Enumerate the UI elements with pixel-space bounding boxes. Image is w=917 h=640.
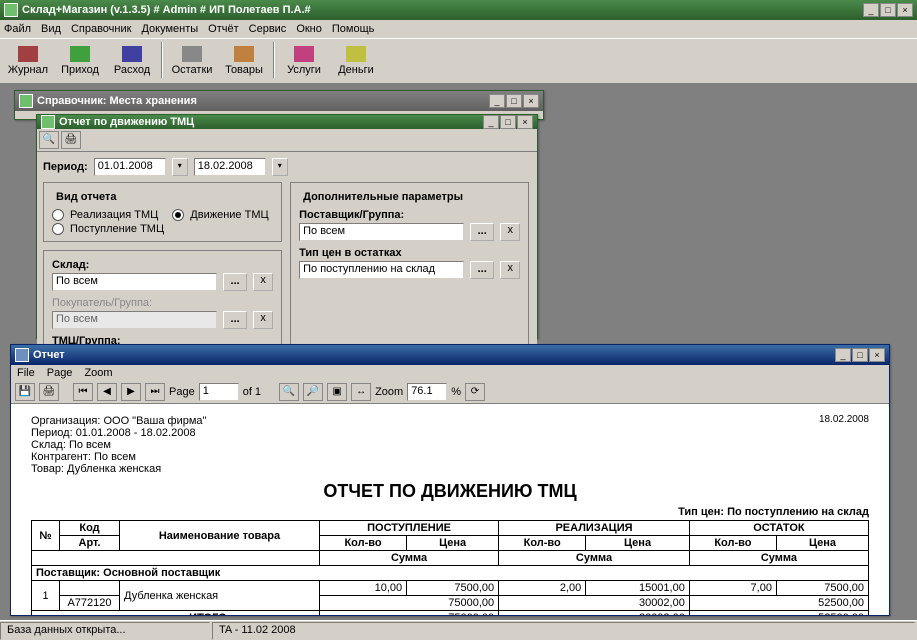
warehouse-browse[interactable]: ... [223, 273, 247, 291]
radio-movement[interactable] [172, 209, 184, 221]
main-window: Склад+Магазин (v.1.3.5) # Admin # ИП Пол… [0, 0, 917, 640]
menu-page[interactable]: Page [47, 367, 73, 379]
minimize-button[interactable]: _ [835, 348, 851, 362]
print-button[interactable]: 🖨 [61, 131, 81, 149]
close-button[interactable]: × [869, 348, 885, 362]
supplier-browse[interactable]: ... [470, 223, 494, 241]
report-window[interactable]: Отчет _ □ × File Page Zoom 💾 🖨 ⏮ ◀ ▶ [10, 344, 890, 616]
main-titlebar: Склад+Магазин (v.1.3.5) # Admin # ИП Пол… [0, 0, 917, 20]
first-page-icon[interactable]: ⏮ [73, 383, 93, 401]
buyer-browse: ... [223, 311, 247, 329]
report-table: № Код Наименование товара ПОСТУПЛЕНИЕ РЕ… [31, 520, 869, 615]
period-label: Период: [43, 161, 88, 173]
supplier-field[interactable]: По всем [299, 223, 464, 241]
status-db: База данных открыта... [0, 622, 210, 640]
menu-ref[interactable]: Справочник [71, 23, 132, 35]
date-from[interactable]: 01.01.2008 [94, 158, 166, 176]
tool-stock[interactable]: Остатки [167, 42, 217, 80]
prev-page-icon[interactable]: ◀ [97, 383, 117, 401]
minimize-button[interactable]: _ [483, 115, 499, 129]
maximize-button[interactable]: □ [506, 94, 522, 108]
minimize-button[interactable]: _ [863, 3, 879, 17]
zoom-out-icon[interactable]: 🔎 [303, 383, 323, 401]
close-button[interactable]: × [523, 94, 539, 108]
maximize-button[interactable]: □ [500, 115, 516, 129]
report-type-group: Вид отчета Реализация ТМЦ Движение ТМЦ П… [43, 182, 282, 242]
radio-income[interactable] [52, 223, 64, 235]
radio-realization[interactable] [52, 209, 64, 221]
maximize-button[interactable]: □ [880, 3, 896, 17]
tool-journal[interactable]: Журнал [3, 42, 53, 80]
menu-service[interactable]: Сервис [249, 23, 287, 35]
menu-report[interactable]: Отчёт [208, 23, 238, 35]
minimize-button[interactable]: _ [489, 94, 505, 108]
buyer-clear: x [253, 311, 273, 329]
supplier-clear[interactable]: x [500, 223, 520, 241]
print-icon[interactable]: 🖨 [39, 383, 59, 401]
status-date: TA - 11.02 2008 [212, 622, 915, 640]
next-page-icon[interactable]: ▶ [121, 383, 141, 401]
statusbar: База данных открыта... TA - 11.02 2008 [0, 620, 917, 640]
refresh-icon[interactable]: ⟳ [465, 383, 485, 401]
filter-window[interactable]: Отчет по движению ТМЦ _ □ × 🔍 🖨 Период: … [36, 114, 538, 339]
menu-file[interactable]: Файл [4, 23, 31, 35]
main-toolbar: Журнал Приход Расход Остатки Товары Услу… [0, 38, 917, 84]
filter-toolbar: 🔍 🖨 [37, 129, 537, 152]
mdi-area: Справочник: Места хранения _ □ × Отчет п… [0, 84, 917, 620]
warehouse-field[interactable]: По всем [52, 273, 217, 291]
separator [161, 42, 163, 78]
report-heading: ОТЧЕТ ПО ДВИЖЕНИЮ ТМЦ [31, 481, 869, 502]
date-to[interactable]: 18.02.2008 [194, 158, 266, 176]
menu-file[interactable]: File [17, 367, 35, 379]
warehouse-clear[interactable]: x [253, 273, 273, 291]
app-title: Склад+Магазин (v.1.3.5) # Admin # ИП Пол… [22, 4, 311, 16]
preview-button[interactable]: 🔍 [39, 131, 59, 149]
window-icon [15, 348, 29, 362]
close-button[interactable]: × [897, 3, 913, 17]
maximize-button[interactable]: □ [852, 348, 868, 362]
save-icon[interactable]: 💾 [15, 383, 35, 401]
table-row: 1 Дубленка женская 10,007500,00 2,001500… [32, 581, 869, 596]
report-menubar: File Page Zoom [11, 365, 889, 381]
price-type-field[interactable]: По поступлению на склад [299, 261, 464, 279]
menu-window[interactable]: Окно [296, 23, 322, 35]
report-titlebar[interactable]: Отчет _ □ × [11, 345, 889, 365]
last-page-icon[interactable]: ⏭ [145, 383, 165, 401]
tool-services[interactable]: Услуги [279, 42, 329, 80]
report-toolbar: 💾 🖨 ⏮ ◀ ▶ ⏭ Page 1 of 1 🔍 🔎 ▣ ↔ Zoom 76.… [11, 381, 889, 404]
menu-docs[interactable]: Документы [141, 23, 198, 35]
tool-expense[interactable]: Расход [107, 42, 157, 80]
close-button[interactable]: × [517, 115, 533, 129]
app-icon [4, 3, 18, 17]
report-title-label: Отчет [33, 349, 65, 361]
page-number[interactable]: 1 [199, 383, 239, 401]
report-page: 18.02.2008 Организация: ООО "Ваша фирма"… [11, 404, 889, 615]
fit-width-icon[interactable]: ↔ [351, 383, 371, 401]
menu-view[interactable]: Вид [41, 23, 61, 35]
price-type-browse[interactable]: ... [470, 261, 494, 279]
tool-goods[interactable]: Товары [219, 42, 269, 80]
date-to-dropdown[interactable]: ▾ [272, 158, 288, 176]
main-menubar: Файл Вид Справочник Документы Отчёт Серв… [0, 20, 917, 38]
tool-income[interactable]: Приход [55, 42, 105, 80]
window-icon [41, 115, 55, 129]
reference-titlebar[interactable]: Справочник: Места хранения _ □ × [15, 91, 543, 111]
buyer-field: По всем [52, 311, 217, 329]
date-from-dropdown[interactable]: ▾ [172, 158, 188, 176]
price-type-clear[interactable]: x [500, 261, 520, 279]
zoom-in-icon[interactable]: 🔍 [279, 383, 299, 401]
tool-money[interactable]: Деньги [331, 42, 381, 80]
window-icon [19, 94, 33, 108]
zoom-value[interactable]: 76.1 [407, 383, 447, 401]
filter-titlebar[interactable]: Отчет по движению ТМЦ _ □ × [37, 115, 537, 129]
filter-title: Отчет по движению ТМЦ [59, 116, 194, 128]
menu-help[interactable]: Помощь [332, 23, 375, 35]
reference-title: Справочник: Места хранения [37, 95, 197, 107]
fit-page-icon[interactable]: ▣ [327, 383, 347, 401]
separator [273, 42, 275, 78]
menu-zoom[interactable]: Zoom [84, 367, 112, 379]
